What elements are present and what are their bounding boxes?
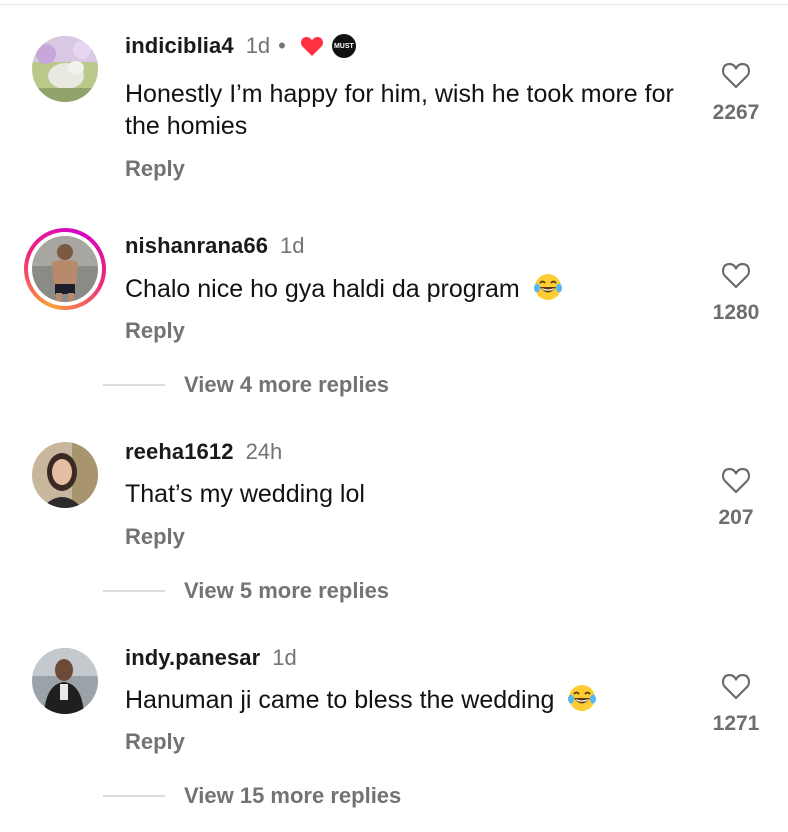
like-count: 2267 [712,101,760,124]
view-more-replies-label[interactable]: View 4 more replies [184,372,389,398]
laughing-tears-emoji [568,685,597,711]
comment-text: That’s my wedding lol [125,480,365,508]
separator-dot: • [278,33,286,58]
heart-outline-icon[interactable] [721,261,751,289]
like-area: 1280 [704,261,768,325]
comment-header: indiciblia4 1d • MUST [125,33,356,59]
like-count: 1271 [712,712,760,735]
like-count: 1280 [712,301,760,324]
reply-button[interactable]: Reply [125,524,185,550]
replies-divider [103,590,165,592]
avatar[interactable] [32,648,98,714]
view-more-replies[interactable]: View 5 more replies [103,578,389,604]
avatar-image [32,648,98,714]
username[interactable]: indy.panesar [125,645,260,671]
view-more-replies-label[interactable]: View 5 more replies [184,578,389,604]
creator-badge-text: MUST [333,42,354,50]
heart-outline-icon[interactable] [721,672,751,700]
username[interactable]: reeha1612 [125,439,234,465]
comment-text-content: Hanuman ji came to bless the wedding [125,686,555,714]
username[interactable]: nishanrana66 [125,233,268,259]
timestamp: 24h [245,439,283,464]
view-more-replies[interactable]: View 15 more replies [103,783,401,809]
avatar-story-ring[interactable] [24,228,106,310]
avatar[interactable] [32,442,98,508]
like-count: 207 [718,506,754,529]
like-area: 1271 [704,672,768,736]
comment-header: indy.panesar 1d [125,645,297,671]
replies-divider [103,384,165,386]
laughing-tears-emoji [533,274,562,300]
comment-text-content: Chalo nice ho gya haldi da program [125,275,520,303]
comment-header: reeha1612 24h [125,439,282,465]
view-more-replies-label[interactable]: View 15 more replies [184,783,401,809]
timestamp: 1d [245,33,271,58]
avatar-image [32,36,98,102]
comment-text: Hanuman ji came to bless the wedding [125,683,695,716]
like-area: 207 [704,466,768,530]
replies-divider [103,795,165,797]
timestamp: 1d [272,645,297,670]
heart-outline-icon[interactable] [721,466,751,494]
avatar-image [32,236,98,302]
creator-avatar-badge: MUST [331,34,356,58]
timestamp: 1d [280,233,305,258]
comment-text: Honestly I’m happy for him, wish he took… [125,80,674,140]
reply-button[interactable]: Reply [125,156,185,182]
view-more-replies[interactable]: View 4 more replies [103,372,389,398]
heart-icon [300,35,324,57]
comment-header: nishanrana66 1d [125,233,305,259]
username[interactable]: indiciblia4 [125,33,234,59]
comment-text: Chalo nice ho gya haldi da program [125,272,695,305]
heart-outline-icon[interactable] [721,61,751,89]
avatar[interactable] [32,36,98,102]
top-divider [0,4,788,5]
reply-button[interactable]: Reply [125,729,185,755]
reply-button[interactable]: Reply [125,318,185,344]
avatar-image [32,442,98,508]
like-area: 2267 [704,61,768,125]
